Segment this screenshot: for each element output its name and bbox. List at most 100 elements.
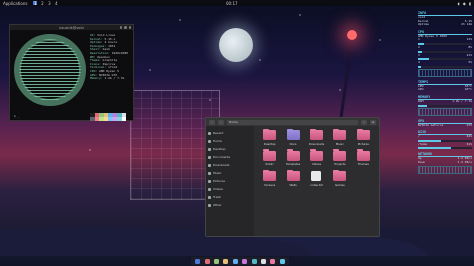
dock-app-icon[interactable] [270, 258, 276, 264]
search-icon[interactable]: ⌕ [361, 119, 367, 125]
file-item-label: notes.txt [310, 182, 323, 187]
file-item[interactable]: Downloads [305, 128, 328, 146]
disk-key: / [418, 134, 420, 139]
terminal-titlebar[interactable]: kaushik@void [10, 25, 133, 30]
folder-icon [333, 149, 347, 161]
info-key: Uptime [418, 22, 429, 27]
folder-icon [208, 155, 211, 159]
file-item-label: Templates [285, 162, 301, 166]
dock-app-icon[interactable] [232, 258, 238, 264]
folder-icon [208, 179, 211, 183]
file-item[interactable]: Desktop [258, 128, 281, 146]
sidebar-item[interactable]: Trash [208, 193, 252, 201]
file-item[interactable]: Screens [258, 169, 281, 187]
disk-bar-fill [418, 147, 451, 150]
sidebar-item[interactable]: Music [208, 169, 252, 177]
file-item[interactable]: Games [328, 169, 351, 187]
menu-icon[interactable]: ≡ [370, 119, 376, 125]
file-item-label: Desktop [263, 141, 276, 146]
folder-icon [356, 149, 370, 161]
dock-app-icon[interactable] [223, 258, 229, 264]
clock[interactable]: 00:17 [226, 1, 238, 6]
disk-row: / 42% [418, 135, 472, 139]
cpu-core-bar [418, 42, 472, 45]
sidebar-item[interactable]: Home [208, 137, 252, 145]
sidebar-item-label: Videos [213, 187, 223, 191]
forward-button[interactable]: › [218, 119, 224, 125]
terminal-prompt[interactable]: $ _ [14, 114, 19, 118]
dock-app-icon[interactable] [213, 258, 219, 264]
path-bar[interactable]: Home [227, 119, 358, 125]
sidebar-item[interactable]: Pictures [208, 177, 252, 185]
sidebar-item[interactable]: Other [208, 201, 252, 209]
folder-icon [263, 169, 277, 181]
conky-disks: / 42% /home 61% [418, 135, 472, 150]
info-row: Uptime 2h 14m [418, 23, 472, 27]
cpu-core-value: 5% [468, 60, 472, 65]
file-manager-window[interactable]: ‹ › Home ⌕ ≡ Recent Home Desktop Documents D… [205, 117, 380, 237]
file-item[interactable]: Public [258, 149, 281, 166]
folder-icon [208, 187, 211, 191]
cpu-core-row: 3 21% [418, 53, 472, 58]
net-row: Down 3.4 KB/s [418, 160, 472, 165]
network-icon[interactable]: ◆ [463, 1, 466, 6]
workspace-3[interactable]: 3 [47, 1, 51, 6]
window-buttons [119, 26, 131, 29]
file-grid: Desktop Docs Downloads Music Pictures Public T… [258, 128, 375, 187]
file-item[interactable]: Videos [305, 149, 328, 166]
workspace-2[interactable]: 2 [40, 1, 44, 6]
conky-gpu-key: NVIDIA GeForce [418, 122, 444, 127]
folder-icon [309, 149, 323, 161]
file-item[interactable]: Templates [281, 149, 304, 166]
sysinfo-row: Memory: 1.2G / 7.7G [90, 76, 134, 81]
sidebar-item[interactable]: Recent [208, 129, 252, 137]
dock-app-icon[interactable] [279, 258, 285, 264]
file-icon [311, 171, 322, 181]
file-item[interactable]: Projects [328, 149, 351, 166]
workspace-4[interactable]: 4 [54, 1, 58, 6]
file-item[interactable]: notes.txt [305, 171, 328, 187]
file-item[interactable]: Walls [281, 169, 304, 187]
dock-app-icon[interactable] [242, 258, 248, 264]
cpu-core-value: 8% [468, 44, 472, 49]
battery-icon[interactable]: ▮ [469, 1, 471, 6]
dock-app-icon[interactable] [251, 258, 257, 264]
maximize-button[interactable] [124, 26, 127, 29]
conky-mem-value: 1.2G / 7.7G [452, 98, 472, 103]
file-item[interactable]: Music [328, 128, 351, 146]
folder-icon [208, 147, 211, 151]
back-button[interactable]: ‹ [209, 119, 215, 125]
sidebar-item-label: Trash [213, 195, 221, 199]
workspace-switcher: 1 2 3 4 [33, 1, 58, 6]
file-item-label: Walls [289, 182, 297, 187]
conky-gpu-value: GTX [466, 122, 472, 127]
conky-network: Up 1.2 KB/s Down 3.4 KB/s [418, 157, 472, 164]
sidebar-item[interactable]: Videos [208, 185, 252, 193]
sidebar-item-label: Downloads [213, 163, 230, 167]
folder-icon [286, 128, 300, 140]
file-item-label: Pictures [357, 141, 369, 146]
dock-app-icon[interactable] [260, 258, 266, 264]
file-item[interactable]: Pictures [352, 128, 375, 146]
file-item[interactable]: Themes [352, 149, 375, 166]
terminal-window[interactable]: kaushik@void OS: Void Linux Kernel: 5.15.… [9, 24, 134, 121]
dock-app-icon[interactable] [195, 258, 201, 264]
folder-icon [356, 128, 370, 140]
file-item[interactable]: Docs [281, 128, 304, 146]
volume-icon[interactable]: ◖ [458, 1, 460, 6]
cpu-core-bar-fill [418, 58, 430, 61]
disk-value: 61% [466, 141, 472, 146]
sidebar-item[interactable]: Downloads [208, 161, 252, 169]
close-button[interactable] [128, 26, 131, 29]
sidebar-item[interactable]: Documents [208, 153, 252, 161]
sidebar-item[interactable]: Desktop [208, 145, 252, 153]
folder-icon [263, 128, 277, 140]
folder-icon [286, 169, 300, 181]
workspace-1[interactable]: 1 [33, 1, 38, 6]
minimize-button[interactable] [119, 26, 122, 29]
applications-menu[interactable]: Applications [3, 1, 27, 6]
dock-app-icon[interactable] [204, 258, 210, 264]
cpu-core-bar-fill [418, 42, 425, 45]
sidebar-item-label: Other [213, 203, 222, 207]
file-item-label: Videos [311, 162, 322, 166]
